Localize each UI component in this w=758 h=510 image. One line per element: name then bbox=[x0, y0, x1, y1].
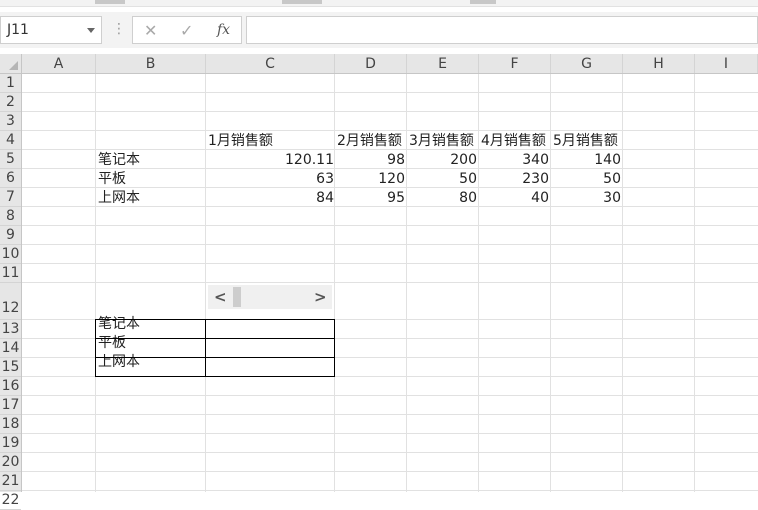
cell-b13[interactable]: 笔记本 bbox=[98, 315, 140, 334]
formula-input[interactable] bbox=[246, 16, 758, 44]
cancel-icon[interactable]: ✕ bbox=[144, 21, 157, 40]
gridline-row bbox=[22, 395, 758, 396]
row-header-16[interactable]: 16 bbox=[0, 377, 21, 396]
gridline-row bbox=[22, 471, 758, 472]
confirm-icon[interactable]: ✓ bbox=[180, 21, 193, 40]
gridline-row bbox=[22, 490, 758, 491]
row-header-15[interactable]: 15 bbox=[0, 358, 21, 377]
chevron-left-icon[interactable]: < bbox=[214, 288, 227, 306]
table-border bbox=[334, 319, 335, 377]
table-border bbox=[95, 319, 96, 377]
table-border bbox=[95, 338, 335, 339]
row-header-10[interactable]: 10 bbox=[0, 245, 21, 264]
gridline-row bbox=[22, 149, 758, 150]
cell-b14[interactable]: 平板 bbox=[98, 334, 126, 353]
formula-tools: ✕ ✓ fx bbox=[132, 16, 242, 44]
row-header-14[interactable]: 14 bbox=[0, 339, 21, 358]
gridline-row bbox=[22, 168, 758, 169]
ribbon-strip bbox=[0, 0, 758, 7]
gridline-row bbox=[22, 282, 758, 283]
column-header-d[interactable]: D bbox=[335, 54, 407, 73]
gridline-row bbox=[22, 206, 758, 207]
gridline-col bbox=[406, 74, 407, 492]
gridline-col bbox=[478, 74, 479, 492]
insert-function-icon[interactable]: fx bbox=[217, 22, 230, 38]
gridline-row bbox=[22, 433, 758, 434]
column-header-i[interactable]: I bbox=[695, 54, 758, 73]
table-border bbox=[95, 376, 335, 377]
column-header-c[interactable]: C bbox=[206, 54, 335, 73]
row-header-18[interactable]: 18 bbox=[0, 415, 21, 434]
gridline-row bbox=[22, 225, 758, 226]
gridline-row bbox=[22, 130, 758, 131]
gridline-row bbox=[22, 187, 758, 188]
spreadsheet-grid[interactable]: 1月销售额 2月销售额 3月销售额 4月销售额 5月销售额 笔记本 120.11… bbox=[22, 74, 758, 492]
column-header-f[interactable]: F bbox=[479, 54, 551, 73]
gridline-row bbox=[22, 263, 758, 264]
scroll-thumb[interactable] bbox=[233, 287, 241, 307]
row-header-19[interactable]: 19 bbox=[0, 434, 21, 453]
gridline-col bbox=[550, 74, 551, 492]
table-border bbox=[95, 357, 335, 358]
row-header-4[interactable]: 4 bbox=[0, 131, 21, 150]
more-options-icon[interactable]: ⋮ bbox=[112, 22, 126, 36]
row-headers: 1 2 3 4 5 6 7 8 9 10 11 12 13 14 15 16 17 18 19 20 21 22 bbox=[0, 74, 22, 510]
name-box[interactable]: J11 bbox=[0, 16, 102, 44]
gridline-row bbox=[22, 452, 758, 453]
row-header-20[interactable]: 20 bbox=[0, 453, 21, 472]
column-header-e[interactable]: E bbox=[407, 54, 479, 73]
horizontal-scrollbar-control[interactable]: < > bbox=[208, 285, 332, 309]
gridline-row bbox=[22, 111, 758, 112]
row-header-11[interactable]: 11 bbox=[0, 264, 21, 283]
row-header-12[interactable]: 12 bbox=[0, 283, 21, 320]
formula-bar: J11 ⋮ ✕ ✓ fx bbox=[0, 12, 758, 48]
gridline-row bbox=[22, 414, 758, 415]
row-header-3[interactable]: 3 bbox=[0, 112, 21, 131]
row-header-7[interactable]: 7 bbox=[0, 188, 21, 207]
table-border bbox=[205, 319, 206, 377]
row-header-1[interactable]: 1 bbox=[0, 74, 21, 93]
column-header-g[interactable]: G bbox=[551, 54, 623, 73]
name-box-value: J11 bbox=[7, 22, 29, 38]
gridline-col bbox=[334, 74, 335, 492]
chevron-down-icon[interactable] bbox=[87, 28, 95, 33]
column-header-h[interactable]: H bbox=[623, 54, 695, 73]
gridline-col bbox=[205, 74, 206, 492]
gridline-col bbox=[622, 74, 623, 492]
gridline-row bbox=[22, 244, 758, 245]
column-headers: ABCDEFGHI bbox=[22, 54, 758, 74]
row-header-22[interactable]: 22 bbox=[0, 491, 21, 510]
column-header-a[interactable]: A bbox=[22, 54, 96, 73]
gridline-col bbox=[95, 74, 96, 492]
chevron-right-icon[interactable]: > bbox=[314, 288, 327, 306]
row-header-2[interactable]: 2 bbox=[0, 93, 21, 112]
row-header-5[interactable]: 5 bbox=[0, 150, 21, 169]
row-header-17[interactable]: 17 bbox=[0, 396, 21, 415]
cell-b15[interactable]: 上网本 bbox=[98, 353, 140, 372]
row-header-21[interactable]: 21 bbox=[0, 472, 21, 491]
select-all-corner[interactable] bbox=[0, 54, 22, 74]
row-header-9[interactable]: 9 bbox=[0, 226, 21, 245]
row-header-6[interactable]: 6 bbox=[0, 169, 21, 188]
row-header-13[interactable]: 13 bbox=[0, 320, 21, 339]
column-header-b[interactable]: B bbox=[96, 54, 206, 73]
gridline-row bbox=[22, 92, 758, 93]
row-header-8[interactable]: 8 bbox=[0, 207, 21, 226]
table-border bbox=[95, 319, 335, 320]
gridline-col bbox=[694, 74, 695, 492]
